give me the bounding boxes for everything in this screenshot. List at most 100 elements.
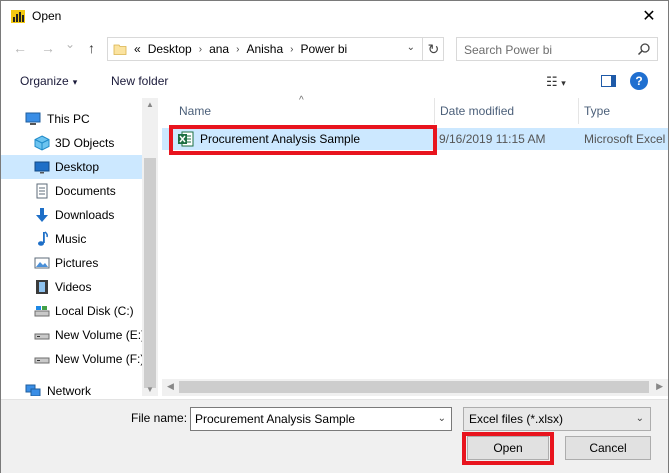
folder-icon (113, 44, 127, 55)
back-button[interactable]: ← (13, 40, 27, 56)
highlight-box-file (169, 125, 437, 155)
download-icon (36, 208, 48, 222)
disk-icon (34, 306, 50, 317)
refresh-icon: ↻ (427, 40, 440, 57)
preview-pane-icon[interactable] (601, 75, 616, 87)
sidebar-item-videos[interactable]: Videos (1, 275, 142, 299)
sidebar-scrollbar[interactable]: ▲ ▼ (142, 98, 158, 396)
sidebar-item-label: Network (47, 384, 92, 396)
file-date-cell: 9/16/2019 11:15 AM (439, 132, 546, 146)
window-title: Open (32, 9, 62, 23)
file-type-select[interactable]: Excel files (*.xlsx) ⌄ (463, 407, 651, 431)
sidebar-item-new-volume-f[interactable]: New Volume (F:) (1, 347, 145, 371)
computer-icon (25, 112, 41, 125)
breadcrumb-overflow[interactable]: « (134, 42, 141, 56)
dialog-footer: File name: Procurement Analysis Sample ⌄… (1, 399, 668, 473)
file-type-cell: Microsoft Excel (584, 132, 666, 146)
sidebar-item-label: Local Disk (C:) (55, 304, 134, 318)
file-name-field[interactable]: Procurement Analysis Sample ⌄ (190, 407, 452, 431)
column-header-type[interactable]: Type (579, 98, 668, 124)
picture-icon (34, 257, 50, 269)
scroll-up-icon[interactable]: ▲ (146, 100, 154, 109)
close-icon: ✕ (642, 8, 656, 25)
navigation-pane: This PC 3D Objects Desktop Documents Dow… (1, 98, 158, 396)
scroll-down-icon[interactable]: ▼ (146, 385, 154, 394)
search-icon (637, 43, 650, 56)
sidebar-item-label: This PC (47, 112, 90, 126)
column-header-date[interactable]: Date modified (435, 98, 578, 124)
new-folder-button[interactable]: New folder (111, 74, 168, 88)
recent-locations-button[interactable]: ⌄ (65, 37, 75, 51)
power-bi-icon (11, 10, 25, 23)
search-input[interactable]: Search Power bi (456, 37, 658, 61)
sidebar-item-downloads[interactable]: Downloads (1, 203, 142, 227)
sidebar-item-label: Downloads (55, 208, 115, 222)
organize-label: Organize (20, 74, 69, 88)
caret-down-icon: ▾ (561, 78, 566, 88)
column-header-label: Date modified (440, 104, 515, 118)
scrollbar-thumb[interactable] (144, 158, 156, 388)
sidebar-item-3d-objects[interactable]: 3D Objects (1, 131, 142, 155)
breadcrumb-desktop[interactable]: Desktop (148, 42, 192, 56)
open-dialog: Open ✕ ← → ⌄ ↑ « Desktop › ana › Anisha … (0, 0, 669, 473)
breadcrumb-ana[interactable]: ana (209, 42, 229, 56)
file-type-value: Excel files (*.xlsx) (469, 412, 564, 426)
column-header-label: Name (179, 104, 212, 118)
sidebar-item-desktop[interactable]: Desktop (1, 155, 142, 179)
sidebar-item-label: Pictures (55, 256, 99, 270)
network-icon (25, 384, 41, 396)
drive-icon (34, 333, 50, 340)
scroll-right-icon[interactable]: ▶ (656, 381, 663, 392)
chevron-down-icon[interactable]: ⌄ (438, 413, 446, 424)
column-header-name[interactable]: Name (162, 98, 434, 124)
chevron-right-icon[interactable]: › (199, 44, 202, 55)
help-icon[interactable]: ? (630, 72, 648, 90)
sidebar-item-label: New Volume (F:) (55, 352, 145, 366)
close-button[interactable]: ✕ (634, 3, 664, 29)
sidebar-item-new-volume-e[interactable]: New Volume (E:) (1, 323, 146, 347)
cancel-button[interactable]: Cancel (565, 436, 651, 460)
command-bar: Organize ▾ New folder ☷ ▾ ? (1, 67, 668, 95)
sidebar-item-label: New Volume (E:) (55, 328, 146, 342)
organize-button[interactable]: Organize ▾ (20, 74, 77, 88)
horizontal-scrollbar[interactable]: ◀ ▶ (162, 379, 668, 396)
chevron-right-icon[interactable]: › (236, 44, 239, 55)
sidebar-item-music[interactable]: Music (1, 227, 142, 251)
music-icon (38, 231, 48, 246)
up-button[interactable]: ↑ (88, 40, 95, 56)
navigation-bar: ← → ⌄ ↑ « Desktop › ana › Anisha › Power… (1, 35, 668, 63)
chevron-right-icon[interactable]: › (290, 44, 293, 55)
chevron-down-icon: ⌄ (635, 413, 644, 424)
breadcrumb-anisha[interactable]: Anisha (246, 42, 283, 56)
sidebar-item-label: 3D Objects (55, 136, 115, 150)
document-icon (36, 183, 48, 199)
sidebar-item-pictures[interactable]: Pictures (1, 251, 142, 275)
sidebar-item-this-pc[interactable]: This PC (1, 107, 142, 131)
address-dropdown-icon[interactable]: ⌄ (407, 42, 415, 53)
sidebar-item-local-disk-c[interactable]: Local Disk (C:) (1, 299, 142, 323)
breadcrumb: « Desktop › ana › Anisha › Power bi (134, 42, 354, 56)
scroll-left-icon[interactable]: ◀ (167, 381, 174, 392)
desktop-icon (34, 161, 50, 174)
cube-icon (34, 135, 50, 151)
sidebar-item-network[interactable]: Network (1, 379, 142, 396)
sidebar-item-label: Videos (55, 280, 92, 294)
refresh-button[interactable]: ↻ (422, 37, 444, 61)
file-name-value: Procurement Analysis Sample (195, 412, 356, 426)
sidebar-item-label: Desktop (55, 160, 100, 174)
change-view-button[interactable]: ☷ ▾ (546, 74, 566, 90)
address-bar[interactable]: « Desktop › ana › Anisha › Power bi ⌄ (107, 37, 444, 61)
drive-icon (34, 357, 50, 364)
column-header-label: Type (584, 104, 611, 118)
file-name-label: File name: (131, 411, 188, 425)
search-placeholder: Search Power bi (464, 43, 553, 57)
caret-down-icon: ▾ (72, 77, 78, 87)
sidebar-item-label: Music (55, 232, 87, 246)
highlight-box-open (462, 432, 554, 465)
title-bar: Open ✕ (1, 1, 668, 31)
breadcrumb-power-bi[interactable]: Power bi (300, 42, 347, 56)
video-icon (36, 280, 48, 294)
scrollbar-thumb[interactable] (179, 381, 649, 393)
forward-button[interactable]: → (41, 40, 55, 56)
sidebar-item-documents[interactable]: Documents (1, 179, 142, 203)
